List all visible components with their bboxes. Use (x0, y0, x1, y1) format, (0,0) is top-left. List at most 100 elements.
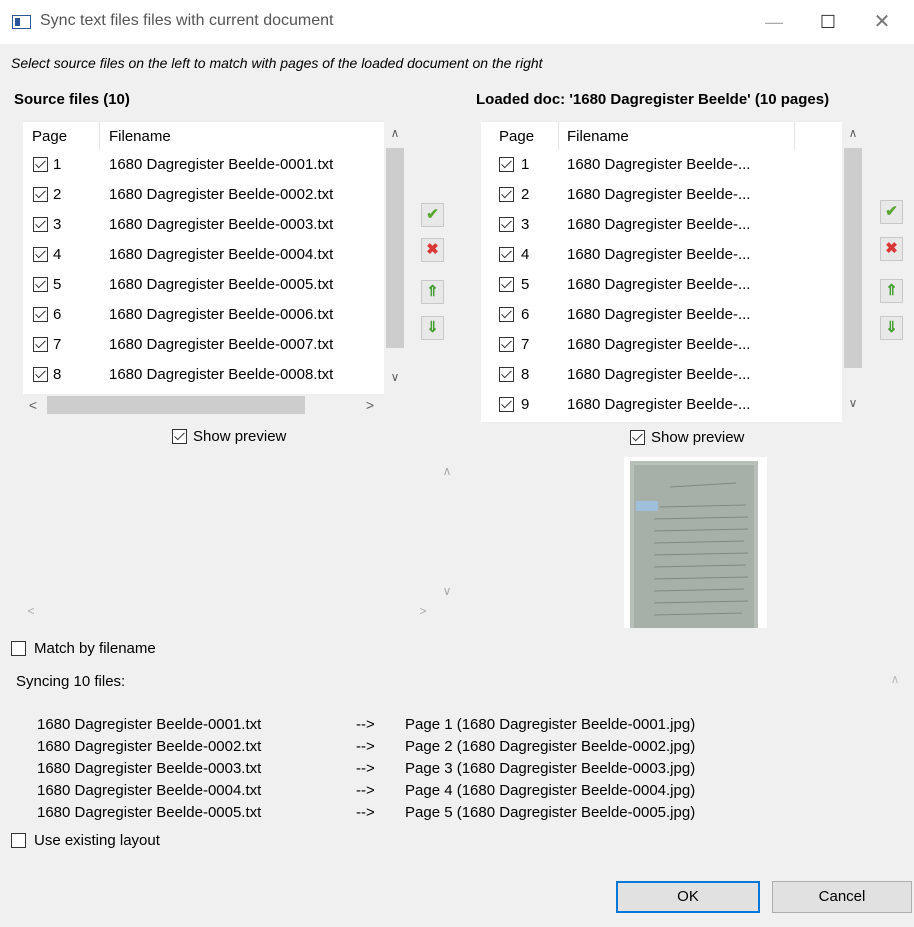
scroll-down-icon[interactable]: ∨ (842, 396, 864, 410)
row-checkbox[interactable] (499, 277, 514, 292)
row-checkbox[interactable] (499, 337, 514, 352)
loaded-doc-title: Loaded doc: '1680 Dagregister Beelde' (1… (476, 91, 830, 108)
check-all-button[interactable]: ✔ (421, 203, 444, 227)
row-checkbox[interactable] (499, 157, 514, 172)
scroll-up-icon[interactable]: ∧ (842, 126, 864, 140)
row-page-number: 9 (521, 396, 530, 413)
table-row[interactable]: 4 1680 Dagregister Beelde-0004.txt (23, 240, 384, 270)
table-row[interactable]: 5 1680 Dagregister Beelde-0005.txt (23, 270, 384, 300)
row-filename: 1680 Dagregister Beelde-... (567, 336, 751, 353)
row-checkbox[interactable] (499, 307, 514, 322)
preview-scroll-down-icon[interactable]: ∨ (439, 584, 455, 598)
scroll-thumb[interactable] (386, 148, 404, 348)
source-files-list[interactable]: Page Filename 1 1680 Dagregister Beelde-0… (23, 122, 384, 394)
preview-scroll-right-icon[interactable]: > (415, 604, 431, 618)
sync-arrow: --> (356, 738, 375, 755)
scroll-left-icon[interactable]: < (26, 397, 40, 413)
window-title: Sync text files files with current docum… (40, 12, 334, 29)
table-row[interactable]: 8 1680 Dagregister Beelde-0008.txt (23, 360, 384, 390)
column-header-filename[interactable]: Filename (567, 128, 629, 145)
table-row[interactable]: 6 1680 Dagregister Beelde-... (481, 300, 842, 330)
source-show-preview-label: Show preview (193, 428, 287, 445)
table-row[interactable]: 3 1680 Dagregister Beelde-0003.txt (23, 210, 384, 240)
row-checkbox[interactable] (499, 247, 514, 262)
cancel-button[interactable]: Cancel (772, 881, 912, 913)
table-row[interactable]: 5 1680 Dagregister Beelde-... (481, 270, 842, 300)
uncheck-all-button[interactable]: ✖ (421, 238, 444, 262)
move-down-button[interactable]: ⇓ (421, 316, 444, 340)
row-checkbox[interactable] (33, 277, 48, 292)
close-icon[interactable]: ✕ (862, 8, 902, 36)
minimize-icon[interactable]: — (754, 8, 794, 36)
uncheck-all-button-right[interactable]: ✖ (880, 237, 903, 261)
preview-scroll-left-icon[interactable]: < (23, 604, 39, 618)
row-page-number: 3 (521, 216, 530, 233)
sync-source: 1680 Dagregister Beelde-0005.txt (37, 804, 262, 820)
sync-source: 1680 Dagregister Beelde-0001.txt (37, 716, 262, 733)
row-filename: 1680 Dagregister Beelde-... (567, 306, 751, 323)
row-checkbox[interactable] (499, 187, 514, 202)
table-row[interactable]: 2 1680 Dagregister Beelde-0002.txt (23, 180, 384, 210)
scroll-down-icon[interactable]: ∨ (384, 370, 406, 384)
table-row[interactable]: 1 1680 Dagregister Beelde-0001.txt (23, 150, 384, 180)
preview-scroll-up-icon[interactable]: ∧ (439, 464, 455, 478)
source-show-preview-checkbox[interactable] (172, 429, 187, 444)
table-row[interactable]: 7 1680 Dagregister Beelde-... (481, 330, 842, 360)
ok-button[interactable]: OK (616, 881, 760, 913)
table-row[interactable]: 9 1680 Dagregister Beelde-... (481, 390, 842, 420)
row-checkbox[interactable] (499, 367, 514, 382)
sync-title: Syncing 10 files: (16, 673, 126, 690)
source-hscroll[interactable]: < > (23, 394, 384, 416)
loaded-show-preview-checkbox[interactable] (630, 430, 645, 445)
column-header-page[interactable]: Page (499, 128, 534, 145)
match-by-filename-label: Match by filename (34, 640, 156, 657)
row-checkbox[interactable] (33, 367, 48, 382)
row-page-number: 8 (521, 366, 530, 383)
loaded-vscroll[interactable]: ∧ ∨ (842, 122, 864, 422)
row-page-number: 5 (521, 276, 530, 293)
table-row[interactable]: 6 1680 Dagregister Beelde-0006.txt (23, 300, 384, 330)
match-by-filename-checkbox[interactable] (11, 641, 26, 656)
row-filename: 1680 Dagregister Beelde-... (567, 396, 751, 413)
row-page-number: 6 (53, 306, 62, 323)
sync-row: 1680 Dagregister Beelde-0001.txt --> Page … (9, 716, 889, 738)
move-down-button-right[interactable]: ⇓ (880, 316, 903, 340)
row-checkbox[interactable] (499, 397, 514, 412)
table-row[interactable]: 8 1680 Dagregister Beelde-... (481, 360, 842, 390)
row-page-number: 8 (53, 366, 62, 383)
table-row[interactable]: 1 1680 Dagregister Beelde-... (481, 150, 842, 180)
source-list-header: Page Filename (23, 122, 384, 150)
row-checkbox[interactable] (33, 247, 48, 262)
table-row[interactable]: 2 1680 Dagregister Beelde-... (481, 180, 842, 210)
table-row[interactable]: 7 1680 Dagregister Beelde-0007.txt (23, 330, 384, 360)
row-filename: 1680 Dagregister Beelde-0006.txt (109, 306, 334, 323)
scroll-thumb[interactable] (844, 148, 862, 368)
use-existing-layout-checkbox[interactable] (11, 833, 26, 848)
move-up-button-right[interactable]: ⇑ (880, 279, 903, 303)
row-checkbox[interactable] (499, 217, 514, 232)
scroll-right-icon[interactable]: > (363, 397, 377, 413)
row-filename: 1680 Dagregister Beelde-... (567, 216, 751, 233)
column-header-filename[interactable]: Filename (109, 128, 171, 145)
row-checkbox[interactable] (33, 187, 48, 202)
sync-scroll-up-icon[interactable]: ∧ (888, 672, 902, 686)
scroll-up-icon[interactable]: ∧ (384, 126, 406, 140)
check-all-button-right[interactable]: ✔ (880, 200, 903, 224)
column-header-page[interactable]: Page (32, 128, 67, 145)
source-vscroll[interactable]: ∧ ∨ (384, 122, 406, 394)
sync-summary-area: Syncing 10 files: 1680 Dagregister Beeld… (9, 668, 904, 820)
use-existing-layout-label: Use existing layout (34, 832, 160, 849)
row-filename: 1680 Dagregister Beelde-0001.txt (109, 156, 334, 173)
table-row[interactable]: 4 1680 Dagregister Beelde-... (481, 240, 842, 270)
row-checkbox[interactable] (33, 217, 48, 232)
row-page-number: 4 (53, 246, 62, 263)
scroll-thumb-h[interactable] (47, 396, 305, 414)
row-checkbox[interactable] (33, 307, 48, 322)
row-checkbox[interactable] (33, 337, 48, 352)
maximize-icon[interactable]: ☐ (808, 8, 848, 36)
row-checkbox[interactable] (33, 157, 48, 172)
loaded-doc-list[interactable]: Page Filename 1 1680 Dagregister Beelde-.… (481, 122, 842, 422)
table-row[interactable]: 3 1680 Dagregister Beelde-... (481, 210, 842, 240)
sync-row: 1680 Dagregister Beelde-0002.txt --> Page … (9, 738, 889, 760)
move-up-button[interactable]: ⇑ (421, 280, 444, 304)
